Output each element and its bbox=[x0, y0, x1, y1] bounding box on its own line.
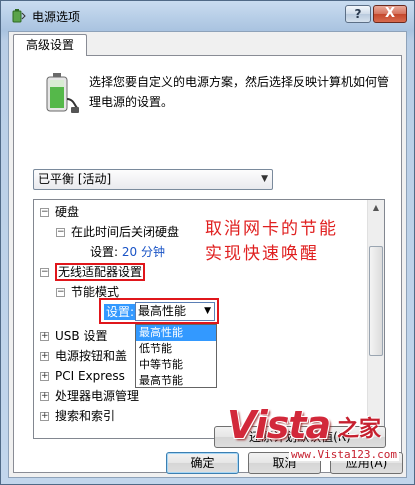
tree-item-hard-disk[interactable]: − 硬盘 bbox=[40, 204, 79, 220]
tree-item-label: 在此时间后关闭硬盘 bbox=[71, 225, 180, 239]
title-bar: 电源选项 ? X bbox=[1, 1, 414, 31]
tree-item-label: 电源按钮和盖 bbox=[55, 349, 128, 363]
tree-item-pci-express[interactable]: + PCI Express bbox=[40, 368, 125, 384]
setting-value: 最高性能 bbox=[138, 304, 187, 318]
battery-icon bbox=[46, 73, 80, 113]
expand-icon[interactable]: + bbox=[40, 372, 49, 381]
expand-icon[interactable]: + bbox=[40, 352, 49, 361]
power-saving-mode-select[interactable]: 最高性能 ▼ bbox=[135, 302, 215, 321]
tree-item-label: USB 设置 bbox=[55, 329, 108, 343]
watermark-logo: Vista bbox=[227, 403, 331, 447]
power-saving-options-list: 最高性能 低节能 中等节能 最高节能 bbox=[135, 324, 217, 388]
collapse-icon[interactable]: − bbox=[40, 268, 49, 277]
tree-item-label: 搜索和索引 bbox=[55, 409, 116, 423]
dropdown-option[interactable]: 低节能 bbox=[136, 341, 216, 357]
dropdown-option[interactable]: 最高性能 bbox=[136, 325, 216, 341]
tree-item-label: 无线适配器设置 bbox=[55, 263, 146, 281]
watermark-cn: 之家 bbox=[337, 416, 382, 442]
intro-text: 选择您要自定义的电源方案，然后选择反映计算机如何管理电源的设置。 bbox=[89, 75, 390, 109]
annotation-line: 取消网卡的节能 bbox=[205, 219, 338, 239]
tree-item-label: 处理器电源管理 bbox=[55, 389, 140, 403]
watermark-logo-text: Vista bbox=[227, 403, 331, 447]
tree-item-wireless-adapter[interactable]: − 无线适配器设置 bbox=[40, 263, 146, 281]
tree-item-label: PCI Express bbox=[55, 369, 125, 383]
dropdown-option[interactable]: 最高节能 bbox=[136, 373, 216, 389]
annotation-line: 实现快速唤醒 bbox=[205, 244, 319, 264]
tree-item-usb[interactable]: + USB 设置 bbox=[40, 328, 107, 344]
power-plan-select[interactable]: 已平衡 [活动] ▼ bbox=[33, 169, 273, 190]
collapse-icon[interactable]: − bbox=[56, 288, 65, 297]
tree-item-power-buttons[interactable]: + 电源按钮和盖 bbox=[40, 348, 127, 364]
tree-item-search-index[interactable]: + 搜索和索引 bbox=[40, 408, 115, 424]
dropdown-option[interactable]: 中等节能 bbox=[136, 357, 216, 373]
help-button[interactable]: ? bbox=[345, 5, 371, 23]
scroll-up-icon[interactable]: ▲ bbox=[368, 200, 384, 216]
chevron-down-icon: ▼ bbox=[204, 306, 211, 316]
setting-label: 设置: bbox=[104, 304, 137, 320]
chevron-down-icon: ▼ bbox=[261, 174, 268, 184]
tree-item-label: 硬盘 bbox=[55, 205, 80, 219]
annotation-text: 取消网卡的节能 实现快速唤醒 bbox=[205, 217, 338, 267]
expand-icon[interactable]: + bbox=[40, 392, 49, 401]
watermark-url: www.Vista123.com bbox=[289, 448, 399, 461]
setting-label: 设置: bbox=[90, 245, 119, 259]
window-title: 电源选项 bbox=[32, 10, 81, 24]
tab-advanced-settings[interactable]: 高级设置 bbox=[13, 34, 87, 56]
power-plan-value: 已平衡 [活动] bbox=[38, 172, 112, 186]
expand-icon[interactable]: + bbox=[40, 332, 49, 341]
disk-setting-row[interactable]: 设置: 20 分钟 bbox=[90, 244, 165, 260]
tree-item-label: 节能模式 bbox=[71, 285, 120, 299]
power-options-icon bbox=[12, 9, 26, 23]
scrollbar-thumb[interactable] bbox=[369, 246, 383, 356]
close-button[interactable]: X bbox=[373, 5, 407, 23]
tree-item-disk-off-after[interactable]: − 在此时间后关闭硬盘 bbox=[56, 224, 179, 240]
tree-item-processor[interactable]: + 处理器电源管理 bbox=[40, 388, 139, 404]
power-options-window: 电源选项 ? X 高级设置 选择您要自定义的电源方案，然后选择反映计算机如何管理… bbox=[0, 0, 415, 485]
power-saving-setting-row: 设置: 最高性能 ▼ bbox=[99, 298, 219, 324]
expand-icon[interactable]: + bbox=[40, 412, 49, 421]
collapse-icon[interactable]: − bbox=[40, 208, 49, 217]
setting-value[interactable]: 20 分钟 bbox=[122, 245, 165, 259]
collapse-icon[interactable]: − bbox=[56, 228, 65, 237]
vista123-watermark: Vista 之家 www.Vista123.com bbox=[227, 403, 407, 473]
